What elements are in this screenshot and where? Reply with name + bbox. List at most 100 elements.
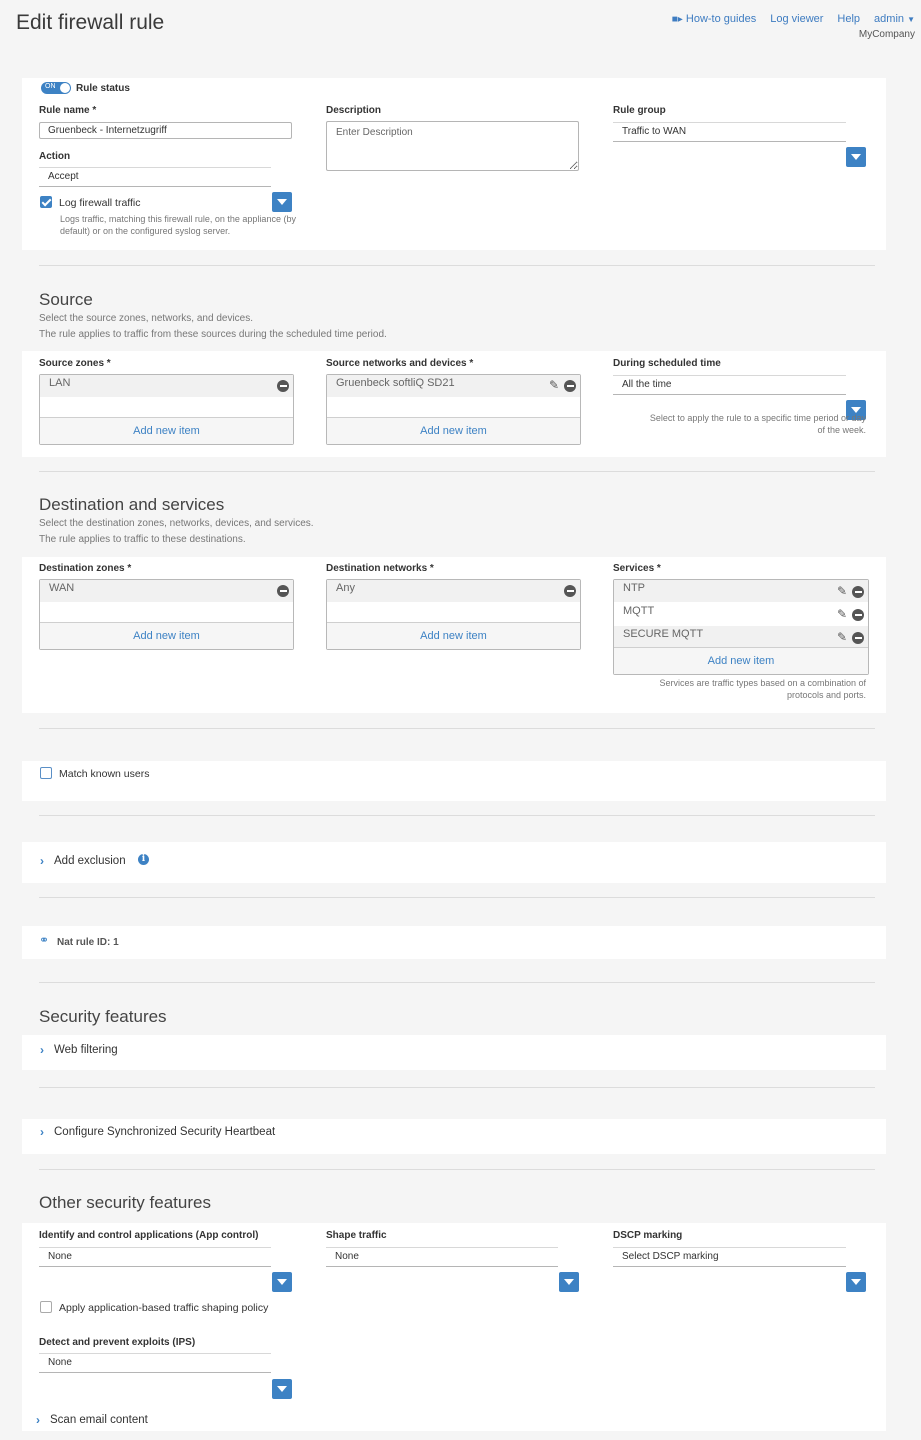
edit-pencil-icon[interactable]: ✎ [837, 585, 847, 597]
divider [39, 982, 875, 983]
shape-traffic-select[interactable]: None [326, 1247, 558, 1267]
ips-dropdown-button[interactable] [272, 1379, 292, 1399]
add-source-network-button[interactable]: Add new item [327, 417, 580, 444]
ips-select[interactable]: None [39, 1353, 271, 1373]
remove-icon[interactable] [277, 585, 289, 597]
match-users-checkbox[interactable] [40, 767, 52, 779]
list-item: MQTT ✎ [614, 603, 868, 625]
remove-icon[interactable] [564, 585, 576, 597]
app-shaping-checkbox[interactable] [40, 1301, 52, 1313]
nat-panel [22, 926, 886, 959]
destination-desc-2: The rule applies to traffic to these des… [39, 534, 246, 545]
exclusion-panel [22, 842, 886, 883]
log-traffic-checkbox[interactable] [40, 196, 52, 208]
destination-heading: Destination and services [39, 495, 225, 514]
caret-down-icon: ▼ [907, 15, 915, 24]
divider [39, 471, 875, 472]
edit-pencil-icon[interactable]: ✎ [837, 608, 847, 620]
remove-icon[interactable] [852, 609, 864, 621]
destination-desc-1: Select the destination zones, networks, … [39, 518, 314, 529]
source-networks-list: Gruenbeck softliQ SD21 ✎ Add new item [326, 374, 581, 445]
ips-label: Detect and prevent exploits (IPS) [39, 1337, 196, 1348]
rule-status-label: Rule status [76, 83, 130, 94]
page-title: Edit firewall rule [16, 11, 165, 34]
edit-pencil-icon[interactable]: ✎ [549, 379, 559, 391]
top-links: ■▸ How-to guides Log viewer Help admin ▼ [672, 13, 915, 25]
other-security-heading: Other security features [39, 1193, 211, 1212]
shape-traffic-label: Shape traffic [326, 1230, 387, 1241]
destination-networks-list: Any Add new item [326, 579, 581, 650]
action-dropdown-button[interactable] [272, 192, 292, 212]
list-item: SECURE MQTT ✎ [614, 626, 868, 648]
add-destination-network-button[interactable]: Add new item [327, 622, 580, 649]
description-label: Description [326, 105, 382, 116]
dscp-label: DSCP marking [613, 1230, 683, 1241]
dscp-select[interactable]: Select DSCP marking [613, 1247, 846, 1267]
rule-group-select[interactable]: Traffic to WAN [613, 122, 846, 142]
schedule-select[interactable]: All the time [613, 375, 846, 395]
services-label: Services * [613, 563, 661, 574]
action-label: Action [39, 151, 71, 162]
divider [39, 897, 875, 898]
schedule-help: Select to apply the rule to a specific t… [649, 413, 866, 435]
users-panel [22, 761, 886, 801]
app-shaping-label: Apply application-based traffic shaping … [59, 1302, 269, 1314]
description-textarea[interactable] [326, 121, 579, 171]
remove-icon[interactable] [277, 380, 289, 392]
list-item: Gruenbeck softliQ SD21 ✎ [327, 375, 580, 397]
security-heading: Security features [39, 1007, 167, 1026]
chevron-right-icon: › [40, 1043, 44, 1057]
source-zones-label: Source zones * [39, 358, 111, 369]
divider [39, 1169, 875, 1170]
remove-icon[interactable] [852, 632, 864, 644]
source-desc-1: Select the source zones, networks, and d… [39, 313, 254, 324]
chevron-right-icon: › [36, 1413, 40, 1427]
log-viewer-link[interactable]: Log viewer [770, 13, 823, 25]
divider [39, 265, 875, 266]
services-list: NTP ✎ MQTT ✎ SECURE MQTT ✎ Add new item [613, 579, 869, 675]
divider [39, 728, 875, 729]
company-name: MyCompany [858, 29, 915, 40]
app-control-dropdown-button[interactable] [272, 1272, 292, 1292]
destination-zones-list: WAN Add new item [39, 579, 294, 650]
add-service-button[interactable]: Add new item [614, 647, 868, 674]
match-users-label: Match known users [59, 768, 150, 780]
web-filtering-panel [22, 1035, 886, 1070]
edit-pencil-icon[interactable]: ✎ [837, 631, 847, 643]
log-traffic-label: Log firewall traffic [59, 197, 141, 209]
app-control-label: Identify and control applications (App c… [39, 1230, 259, 1241]
destination-networks-label: Destination networks * [326, 563, 434, 574]
add-source-zone-button[interactable]: Add new item [40, 417, 293, 444]
source-zones-list: LAN Add new item [39, 374, 294, 445]
services-help: Services are traffic types based on a co… [659, 678, 866, 700]
chevron-right-icon: › [40, 854, 44, 868]
destination-zones-label: Destination zones * [39, 563, 132, 574]
divider [39, 1087, 875, 1088]
list-item: WAN [40, 580, 293, 602]
chevron-right-icon: › [40, 1125, 44, 1139]
rule-name-label: Rule name * [39, 105, 97, 116]
source-networks-label: Source networks and devices * [326, 358, 474, 369]
link-icon: ⚭ [39, 933, 50, 947]
action-select[interactable]: Accept [39, 167, 271, 187]
remove-icon[interactable] [564, 380, 576, 392]
rule-group-dropdown-button[interactable] [846, 147, 866, 167]
help-link[interactable]: Help [837, 13, 860, 25]
source-heading: Source [39, 290, 93, 309]
remove-icon[interactable] [852, 586, 864, 598]
rule-name-input[interactable]: Gruenbeck - Internetzugriff [39, 122, 292, 139]
user-menu[interactable]: admin ▼ [874, 13, 915, 25]
shape-traffic-dropdown-button[interactable] [559, 1272, 579, 1292]
rule-status-toggle[interactable]: ON [41, 82, 71, 94]
log-traffic-help: Logs traffic, matching this firewall rul… [60, 214, 296, 236]
how-to-guides-link[interactable]: ■▸ How-to guides [672, 13, 756, 25]
add-destination-zone-button[interactable]: Add new item [40, 622, 293, 649]
dscp-dropdown-button[interactable] [846, 1272, 866, 1292]
video-camera-icon: ■▸ [671, 14, 683, 25]
nat-rule-link[interactable]: Nat rule ID: 1 [57, 937, 119, 948]
app-control-select[interactable]: None [39, 1247, 271, 1267]
info-icon[interactable]: i [138, 854, 149, 865]
list-item: NTP ✎ [614, 580, 868, 602]
list-item: LAN [40, 375, 293, 397]
schedule-label: During scheduled time [613, 358, 721, 369]
